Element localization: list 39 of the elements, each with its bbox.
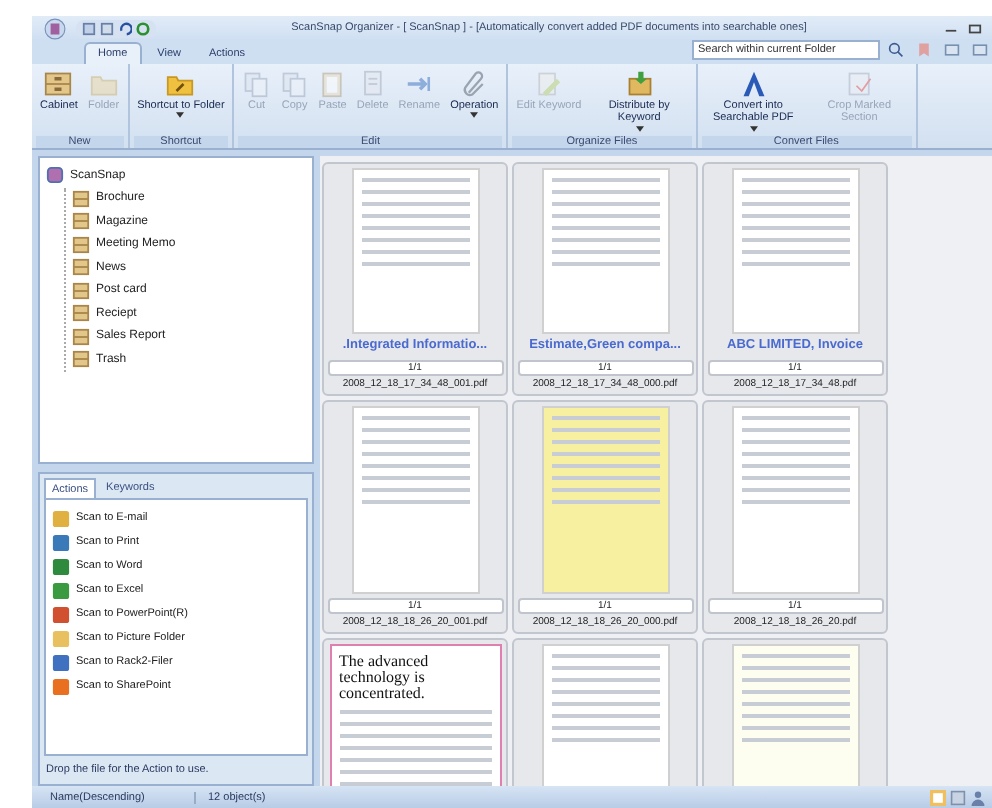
drawer-icon <box>72 258 90 277</box>
tile-icon <box>52 629 70 647</box>
tile-icon <box>52 557 70 575</box>
folders-icon <box>625 70 654 98</box>
pencil-icon <box>534 70 563 98</box>
tile-icon <box>52 653 70 671</box>
search-icon[interactable] <box>888 42 904 58</box>
drawer-icon <box>72 281 90 300</box>
drawer-icon <box>72 212 90 231</box>
maximize-icon[interactable] <box>966 21 984 35</box>
drawer-icon <box>44 70 73 98</box>
drawer-icon <box>72 350 90 369</box>
undo-icon[interactable] <box>118 21 132 35</box>
refresh-icon[interactable] <box>136 21 150 35</box>
document-icon <box>845 70 874 98</box>
app-menu-icon[interactable] <box>44 17 66 39</box>
documents-icon <box>280 70 309 98</box>
thumbnail-view-icon[interactable] <box>930 789 946 805</box>
paperclip-icon <box>460 70 489 98</box>
folder-icon <box>89 70 118 98</box>
document-card[interactable]: The advanced technology is concentrated. <box>322 638 508 786</box>
tile-icon <box>52 509 70 527</box>
tile-icon <box>52 677 70 695</box>
drawer-icon <box>72 235 90 254</box>
tile-icon <box>52 533 70 551</box>
drawer-icon <box>72 327 90 346</box>
list-view-icon[interactable] <box>950 789 966 805</box>
drawer-icon <box>72 189 90 208</box>
documents-icon <box>242 70 271 98</box>
app-icon <box>46 166 64 185</box>
tile-icon <box>52 581 70 599</box>
folder-icon <box>166 70 195 98</box>
document-icon <box>358 70 387 98</box>
tile-icon <box>52 605 70 623</box>
drawer-icon <box>72 304 90 323</box>
person-icon[interactable] <box>970 789 986 805</box>
triangle-icon <box>739 70 768 98</box>
document-headline: The advanced technology is concentrated. <box>339 654 431 702</box>
clipboard-icon <box>318 70 347 98</box>
